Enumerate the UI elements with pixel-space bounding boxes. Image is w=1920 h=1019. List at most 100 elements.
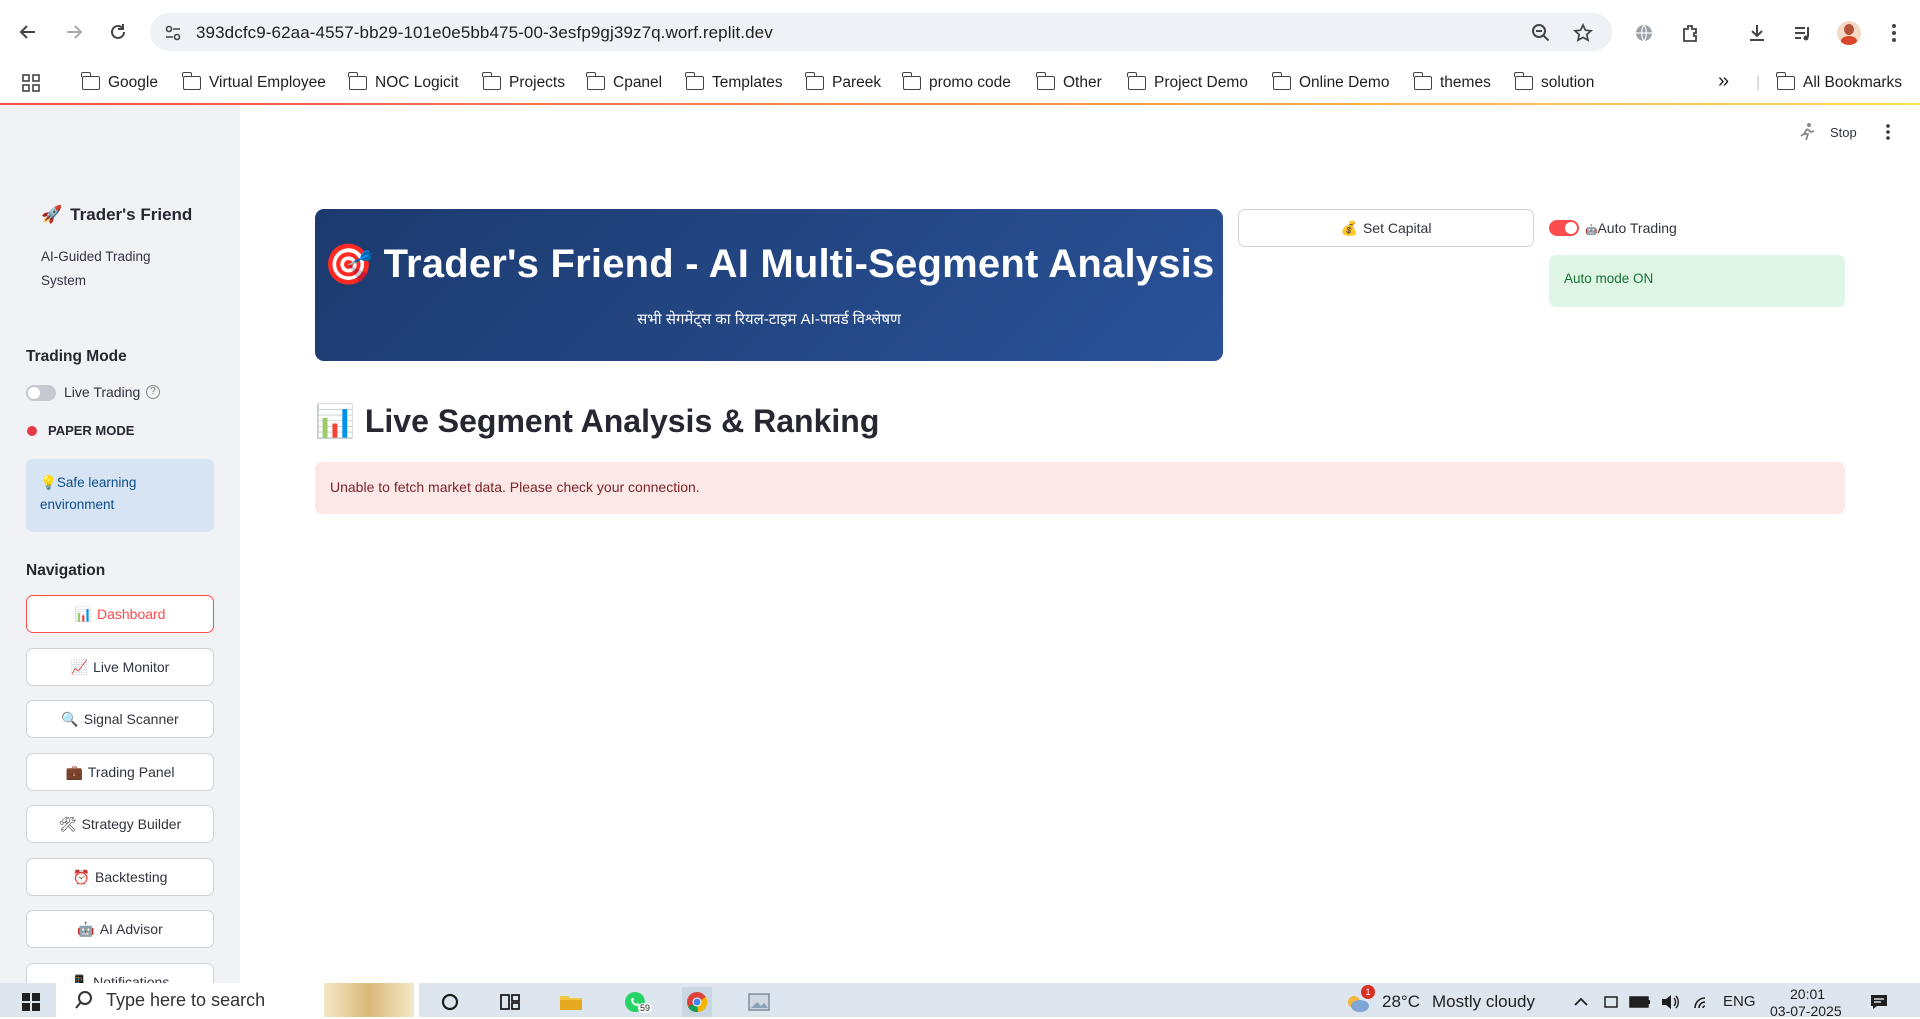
camera-tray-icon[interactable]: [1596, 987, 1626, 1017]
target-icon: 🎯: [323, 243, 374, 287]
extensions-icon[interactable]: [1677, 19, 1705, 47]
bookmark-project-demo[interactable]: Project Demo: [1127, 72, 1248, 92]
weather-badge: 1: [1361, 985, 1375, 999]
bookmark-google[interactable]: Google: [81, 72, 158, 92]
task-view-icon[interactable]: [495, 987, 525, 1017]
chevron-up-icon[interactable]: [1566, 987, 1596, 1017]
nav-live-monitor-button[interactable]: 📈 Live Monitor: [26, 648, 214, 686]
nav-label: Dashboard: [96, 606, 166, 622]
reload-icon: [111, 24, 125, 39]
browser-menu-icon[interactable]: [1880, 19, 1908, 47]
section-title: 📊 Live Segment Analysis & Ranking: [315, 402, 880, 440]
search-icon: [75, 991, 92, 1009]
forward-button[interactable]: [58, 16, 90, 48]
folder-icon: [1127, 72, 1146, 90]
clock-time[interactable]: 20:01: [1790, 986, 1825, 1002]
apps-grid-icon[interactable]: [22, 74, 40, 92]
nav-label: Live Monitor: [93, 659, 170, 675]
download-icon[interactable]: [1743, 19, 1771, 47]
file-explorer-icon[interactable]: [556, 987, 586, 1017]
nav-strategy-builder-button[interactable]: 🛠 Strategy Builder: [26, 805, 214, 843]
reload-button[interactable]: [102, 16, 134, 48]
rocket-icon: 🚀: [41, 205, 63, 224]
whatsapp-badge: 59: [638, 1003, 653, 1013]
zoom-icon[interactable]: [1530, 22, 1552, 44]
notifications-icon[interactable]: [1864, 987, 1894, 1017]
nav-label: AI Advisor: [99, 921, 163, 937]
alarm-clock-icon: ⏰: [72, 868, 91, 885]
whatsapp-icon[interactable]: 59: [620, 987, 653, 1017]
all-bookmarks[interactable]: All Bookmarks: [1776, 72, 1902, 92]
chart-up-icon: 📈: [70, 658, 89, 675]
volume-icon[interactable]: [1655, 987, 1685, 1017]
help-icon[interactable]: ?: [146, 385, 160, 399]
stop-button[interactable]: Stop: [1830, 125, 1857, 140]
main-menu-icon[interactable]: [1885, 123, 1891, 141]
url-text[interactable]: 393dcfc9-62aa-4557-bb29-101e0e5bb475-00-…: [196, 23, 773, 43]
photos-app-icon[interactable]: [744, 987, 774, 1017]
weather-icon[interactable]: 1: [1343, 985, 1375, 1017]
site-settings-icon[interactable]: [162, 22, 184, 44]
chrome-icon[interactable]: [682, 987, 712, 1017]
language-indicator[interactable]: ENG: [1723, 993, 1756, 1010]
wifi-icon[interactable]: [1688, 987, 1718, 1017]
more-bookmarks-button[interactable]: »: [1718, 70, 1729, 93]
nav-label: Strategy Builder: [81, 816, 182, 832]
bookmark-promo-code[interactable]: promo code: [902, 72, 1011, 92]
nav-label: Notifications: [93, 974, 170, 983]
nav-signal-scanner-button[interactable]: 🔍 Signal Scanner: [26, 700, 214, 738]
windows-start-icon[interactable]: [16, 987, 46, 1017]
live-trading-toggle[interactable]: [26, 385, 56, 401]
bar-chart-icon: 📊: [315, 403, 355, 439]
bookmark-online-demo[interactable]: Online Demo: [1272, 72, 1389, 92]
bookmark-templates[interactable]: Templates: [685, 72, 783, 92]
folder-icon: [805, 72, 824, 90]
nav-label: Backtesting: [95, 869, 168, 885]
bookmark-virtual-employee[interactable]: Virtual Employee: [182, 72, 326, 92]
hero-banner: 🎯 Trader's Friend - AI Multi-Segment Ana…: [315, 209, 1223, 361]
star-icon[interactable]: [1572, 22, 1594, 44]
set-capital-label: Set Capital: [1362, 220, 1432, 236]
robot-icon: 🤖: [77, 920, 95, 937]
battery-icon[interactable]: [1625, 987, 1655, 1017]
info-alert: 💡Safe learning environment: [26, 459, 214, 532]
windows-taskbar: Type here to search 59 1 28°C Mostly clo…: [0, 983, 1920, 1019]
robot-icon: 🤖: [1585, 225, 1598, 236]
folder-icon: [1272, 72, 1291, 90]
bookmark-cpanel[interactable]: Cpanel: [586, 72, 662, 92]
bookmark-noc-logicit[interactable]: NOC Logicit: [348, 72, 459, 92]
folder-icon: [902, 72, 921, 90]
nav-notifications-button[interactable]: 📱 Notifications: [26, 963, 214, 983]
bookmarks-divider: |: [1756, 74, 1761, 91]
bookmark-projects[interactable]: Projects: [482, 72, 565, 92]
hero-title: 🎯 Trader's Friend - AI Multi-Segment Ana…: [323, 242, 1215, 287]
media-control-icon[interactable]: [1789, 19, 1817, 47]
bookmark-pareek[interactable]: Pareek: [805, 72, 881, 92]
set-capital-button[interactable]: 💰 Set Capital: [1238, 209, 1534, 247]
back-button[interactable]: [12, 16, 44, 48]
bookmark-solution[interactable]: solution: [1514, 72, 1594, 92]
bookmark-themes[interactable]: themes: [1413, 72, 1491, 92]
globe-icon[interactable]: [1630, 19, 1658, 47]
folder-icon: [1514, 72, 1533, 90]
search-highlight-image: [324, 983, 414, 1017]
trading-mode-title: Trading Mode: [26, 348, 127, 365]
bookmark-other[interactable]: Other: [1036, 72, 1102, 92]
briefcase-icon: 💼: [65, 763, 83, 780]
auto-trading-label: 🤖Auto Trading: [1585, 220, 1677, 236]
nav-trading-panel-button[interactable]: 💼 Trading Panel: [26, 753, 214, 791]
taskbar-search[interactable]: Type here to search: [56, 983, 419, 1017]
address-bar[interactable]: 393dcfc9-62aa-4557-bb29-101e0e5bb475-00-…: [150, 13, 1612, 51]
profile-avatar[interactable]: [1835, 19, 1863, 47]
nav-dashboard-button[interactable]: 📊 Dashboard: [26, 595, 214, 633]
search-placeholder: Type here to search: [106, 989, 266, 1010]
lightbulb-icon: 💡: [40, 475, 57, 490]
brand-title: Trader's Friend: [70, 205, 193, 224]
nav-ai-advisor-button[interactable]: 🤖 AI Advisor: [26, 910, 214, 948]
auto-trading-toggle[interactable]: [1549, 220, 1579, 236]
cortana-icon[interactable]: [435, 987, 465, 1017]
nav-backtesting-button[interactable]: ⏰ Backtesting: [26, 858, 214, 896]
hero-subtitle: सभी सेगमेंट्स का रियल-टाइम AI-पावर्ड विश…: [637, 311, 901, 328]
live-trading-label: Live Trading: [64, 384, 141, 400]
red-circle-icon: [27, 426, 37, 436]
